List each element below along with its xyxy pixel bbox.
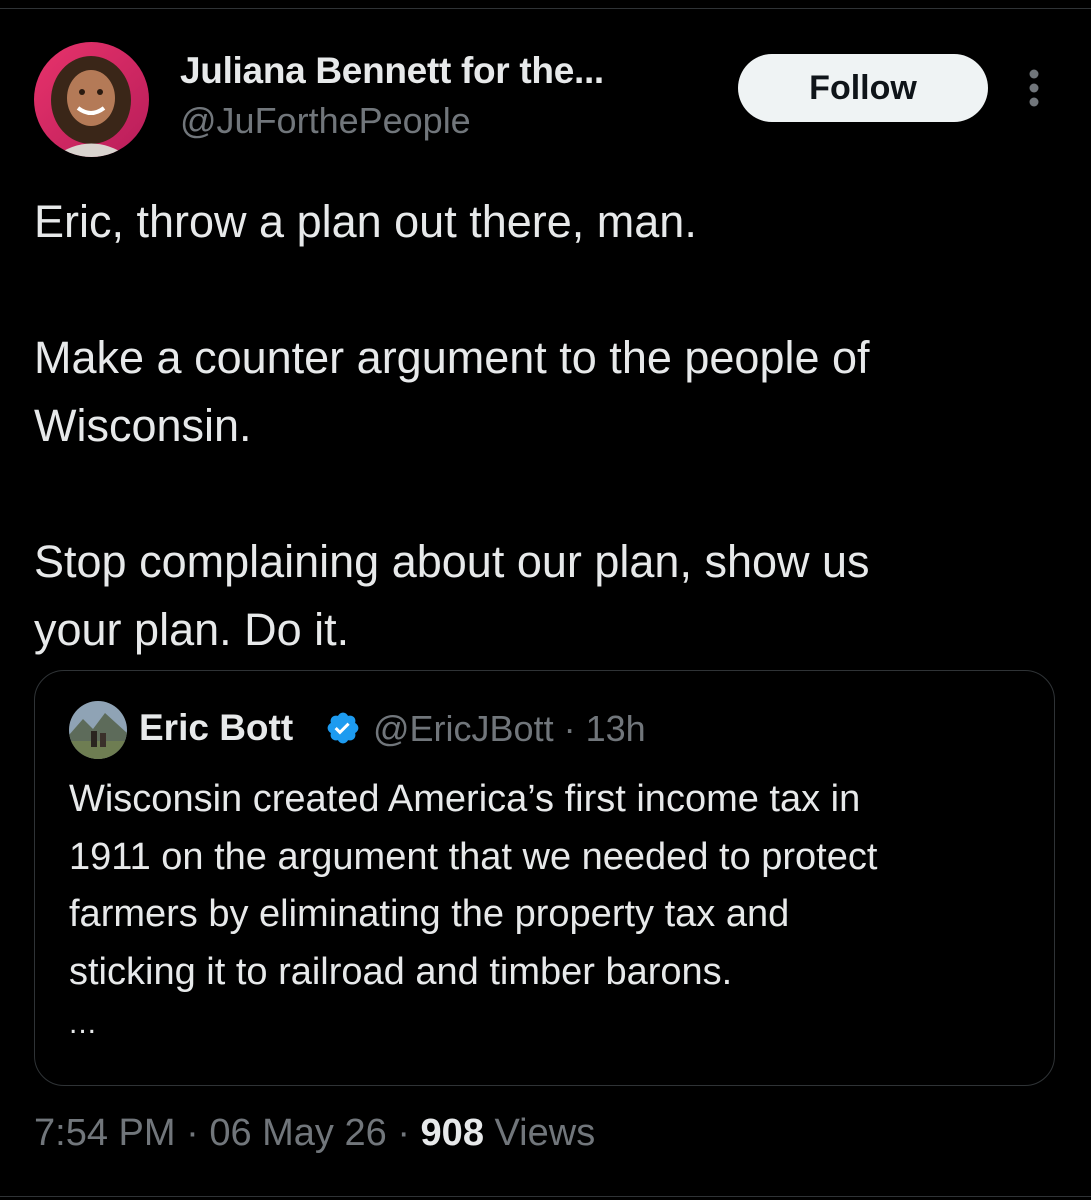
views-count: 908 xyxy=(420,1112,484,1154)
tweet-paragraph: Stop complaining about our plan, show us… xyxy=(34,536,870,655)
quote-author-name[interactable]: Eric Bott xyxy=(139,707,293,749)
tweet-paragraph: Eric, throw a plan out there, man. xyxy=(34,196,697,247)
author-name[interactable]: Juliana Bennett for the... xyxy=(180,50,604,92)
quote-text-line: sticking it to railroad and timber baron… xyxy=(69,950,733,993)
follow-button[interactable]: Follow xyxy=(738,54,988,122)
author-avatar-image xyxy=(34,42,149,157)
tweet-date[interactable]: 06 May 26 xyxy=(209,1112,386,1154)
meta-separator: · xyxy=(397,1112,410,1154)
bottom-divider xyxy=(0,1196,1091,1197)
quote-author-handle[interactable]: @EricJBott xyxy=(373,708,554,749)
meta-separator: · xyxy=(563,708,576,749)
quote-text-line: Wisconsin created America’s first income… xyxy=(69,778,861,820)
quote-text-line: farmers by eliminating the property tax … xyxy=(69,893,790,935)
quote-meta: @EricJBott · 13h xyxy=(373,708,646,750)
quote-text: Wisconsin created America’s first income… xyxy=(69,771,1029,1001)
views-label: Views xyxy=(494,1112,596,1154)
quote-text-line: 1911 on the argument that we needed to p… xyxy=(69,835,878,878)
verified-badge-icon xyxy=(327,712,359,744)
quote-truncation-ellipsis: ... xyxy=(69,1007,98,1040)
meta-separator: · xyxy=(186,1112,199,1154)
tweet-paragraph: Make a counter argument to the people of… xyxy=(34,332,870,451)
quote-avatar-image xyxy=(69,701,127,759)
quoted-tweet-card[interactable]: Eric Bott @EricJBott · 13h Wisconsin cre… xyxy=(34,670,1055,1086)
author-handle[interactable]: @JuForthePeople xyxy=(180,100,471,142)
top-divider xyxy=(0,8,1091,9)
tweet-meta: 7:54 PM · 06 May 26 · 908 Views xyxy=(34,1112,595,1155)
tweet-text: Eric, throw a plan out there, man. Make … xyxy=(34,188,1054,664)
quote-timestamp[interactable]: 13h xyxy=(586,708,646,749)
author-avatar[interactable] xyxy=(34,42,149,157)
more-vertical-icon[interactable] xyxy=(1014,66,1054,110)
quote-author-avatar[interactable] xyxy=(69,701,127,759)
tweet-time[interactable]: 7:54 PM xyxy=(34,1112,176,1154)
